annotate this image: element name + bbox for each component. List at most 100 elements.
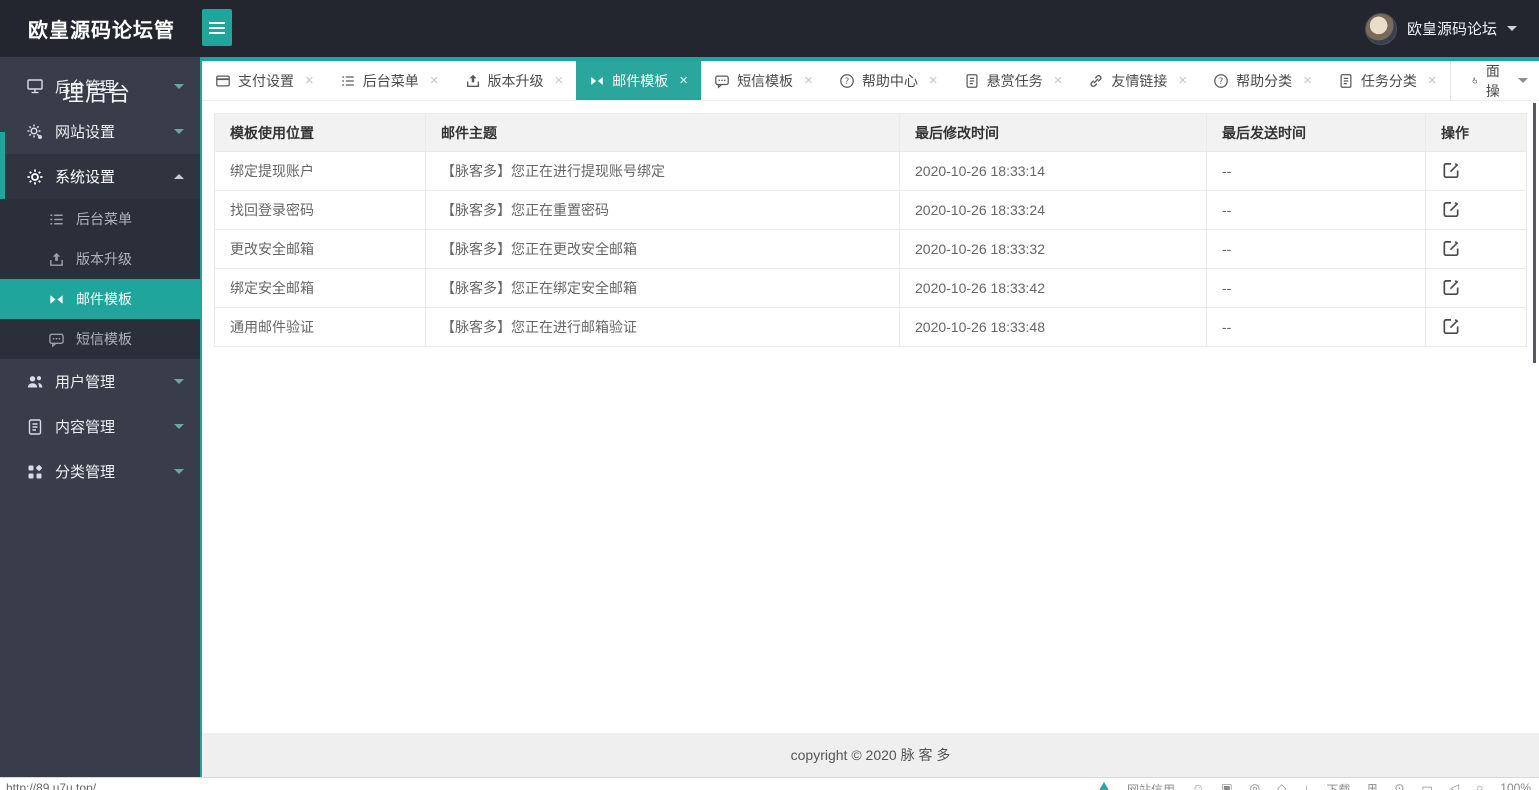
close-icon[interactable]: ×: [804, 73, 813, 88]
tab-payment-settings[interactable]: 支付设置 ×: [202, 61, 327, 100]
site-credit-label[interactable]: 网站信用: [1127, 781, 1175, 790]
cell-sent: --: [1207, 269, 1426, 308]
sidebar-item-label: 邮件模板: [76, 289, 132, 309]
app-title: 欧皇源码论坛管: [0, 14, 200, 43]
list-icon: [340, 73, 356, 89]
sidebar-item-label: 用户管理: [55, 371, 115, 392]
zoom-level[interactable]: 100%: [1500, 781, 1531, 790]
close-icon[interactable]: ×: [1054, 73, 1063, 88]
tab-label: 短信模板: [737, 71, 793, 91]
tab-bounty-tasks[interactable]: 悬赏任务 ×: [951, 61, 1076, 100]
edit-icon[interactable]: [1441, 277, 1461, 297]
cell-modified: 2020-10-26 18:33:42: [900, 269, 1207, 308]
monitor-icon: [26, 77, 44, 95]
tab-label: 版本升级: [488, 71, 544, 91]
sidebar-item-content-management[interactable]: 内容管理: [0, 404, 200, 449]
close-icon[interactable]: ×: [1178, 73, 1187, 88]
user-menu[interactable]: 欧皇源码论坛: [1365, 13, 1539, 45]
tab-friend-links[interactable]: 友情链接 ×: [1075, 61, 1200, 100]
tab-label: 邮件模板: [612, 71, 668, 91]
column-header: 操作: [1426, 114, 1527, 152]
sidebar-item-user-management[interactable]: 用户管理: [0, 359, 200, 404]
sidebar-item-system-settings[interactable]: 系统设置: [0, 154, 200, 199]
table-header-row: 模板使用位置 邮件主题 最后修改时间 最后发送时间 操作: [215, 114, 1527, 152]
tab-task-category[interactable]: 任务分类 ×: [1325, 61, 1450, 100]
sidebar-item-backstage[interactable]: 后台管理 理后台: [0, 63, 200, 109]
sidebar-item-category-management[interactable]: 分类管理: [0, 449, 200, 494]
help-circle-icon: ?: [839, 73, 855, 89]
sidebar-item-sms-template[interactable]: 短信模板: [0, 319, 200, 359]
user-avatar[interactable]: [1365, 13, 1397, 45]
scrollbar[interactable]: [1533, 103, 1536, 363]
diamond-icon[interactable]: ◇: [1277, 781, 1286, 790]
close-icon[interactable]: ×: [1303, 73, 1312, 88]
cell-position: 绑定安全邮箱: [215, 269, 426, 308]
column-header: 最后发送时间: [1207, 114, 1426, 152]
cell-modified: 2020-10-26 18:33:24: [900, 191, 1207, 230]
close-icon[interactable]: ×: [1428, 73, 1437, 88]
document-icon: [1338, 73, 1354, 89]
tab-email-template[interactable]: 邮件模板 ×: [576, 61, 701, 100]
cell-sent: --: [1207, 308, 1426, 347]
download-label[interactable]: 下载: [1326, 781, 1350, 790]
speaker-icon[interactable]: ◁: [1450, 781, 1459, 790]
table-row: 更改安全邮箱 【脉客多】您正在更改安全邮箱 2020-10-26 18:33:3…: [215, 230, 1527, 269]
gear-icon: [26, 168, 44, 186]
cell-subject: 【脉客多】您正在更改安全邮箱: [426, 230, 900, 269]
panel-icon[interactable]: ▣: [1221, 781, 1232, 790]
list-icon: [48, 211, 65, 228]
sidebar-item-label: 后台菜单: [76, 209, 132, 229]
tab-sms-template[interactable]: 短信模板 ×: [701, 61, 826, 100]
site-credit-icon[interactable]: [1098, 782, 1110, 790]
page-operations-dropdown[interactable]: 页面操作: [1450, 61, 1539, 100]
sidebar-item-admin-menu[interactable]: 后台菜单: [0, 199, 200, 239]
table-row: 绑定提现账户 【脉客多】您正在进行提现账号绑定 2020-10-26 18:33…: [215, 152, 1527, 191]
tab-help-center[interactable]: ? 帮助中心 ×: [826, 61, 951, 100]
table-row: 绑定安全邮箱 【脉客多】您正在绑定安全邮箱 2020-10-26 18:33:4…: [215, 269, 1527, 308]
close-icon[interactable]: ×: [679, 73, 688, 88]
dot-icon[interactable]: ⊙: [1394, 781, 1404, 790]
cell-sent: --: [1207, 191, 1426, 230]
close-icon[interactable]: ×: [929, 73, 938, 88]
grid-icon[interactable]: ⊞: [1367, 781, 1377, 790]
sidebar: 后台管理 理后台 网站设置 系统设置 后台菜单 版本升级 邮件模板: [0, 57, 202, 777]
close-icon[interactable]: ×: [555, 73, 564, 88]
top-header: 欧皇源码论坛管 欧皇源码论坛: [0, 0, 1539, 57]
tab-label: 帮助中心: [862, 71, 918, 91]
tab-help-category[interactable]: ? 帮助分类 ×: [1200, 61, 1325, 100]
chevron-down-icon: [174, 379, 184, 389]
target-icon[interactable]: ◎: [1250, 781, 1260, 790]
cell-sent: --: [1207, 230, 1426, 269]
cell-subject: 【脉客多】您正在进行邮箱验证: [426, 308, 900, 347]
close-icon[interactable]: ×: [430, 73, 439, 88]
download-icon[interactable]: ↓: [1303, 781, 1309, 790]
sidebar-item-label: 后台管理: [55, 76, 115, 97]
edit-icon[interactable]: [1441, 199, 1461, 219]
tab-admin-menu[interactable]: 后台菜单 ×: [327, 61, 452, 100]
hand-pointer-icon: [1471, 72, 1478, 89]
tab-label: 友情链接: [1111, 71, 1167, 91]
browser-status-bar: http://89.u7u.top/ 网站信用 ☺ ▣ ◎ ◇ ↓ 下载 ⊞ ⊙…: [0, 777, 1539, 790]
sidebar-toggle-button[interactable]: [202, 9, 232, 46]
users-icon: [26, 373, 44, 391]
svg-text:?: ?: [845, 76, 849, 86]
tab-version-upgrade[interactable]: 版本升级 ×: [452, 61, 577, 100]
sidebar-item-label: 系统设置: [55, 166, 115, 187]
edit-icon[interactable]: [1441, 316, 1461, 336]
smiley-icon[interactable]: ☺: [1192, 781, 1204, 790]
copyright-text: copyright © 2020 脉 客 多: [791, 745, 951, 765]
close-icon[interactable]: ×: [305, 73, 314, 88]
window-icon[interactable]: ▭: [1421, 781, 1432, 790]
sidebar-item-email-template[interactable]: 邮件模板: [0, 279, 200, 319]
edit-icon[interactable]: [1441, 238, 1461, 258]
sidebar-item-version-upgrade[interactable]: 版本升级: [0, 239, 200, 279]
svg-text:?: ?: [1219, 76, 1223, 86]
sidebar-item-website-settings[interactable]: 网站设置: [0, 109, 200, 154]
edit-icon[interactable]: [1441, 160, 1461, 180]
upload-icon: [465, 73, 481, 89]
cell-modified: 2020-10-26 18:33:48: [900, 308, 1207, 347]
footer: copyright © 2020 脉 客 多: [202, 733, 1539, 777]
magnifier-icon[interactable]: ○: [1476, 781, 1483, 790]
cell-sent: --: [1207, 152, 1426, 191]
table-row: 通用邮件验证 【脉客多】您正在进行邮箱验证 2020-10-26 18:33:4…: [215, 308, 1527, 347]
